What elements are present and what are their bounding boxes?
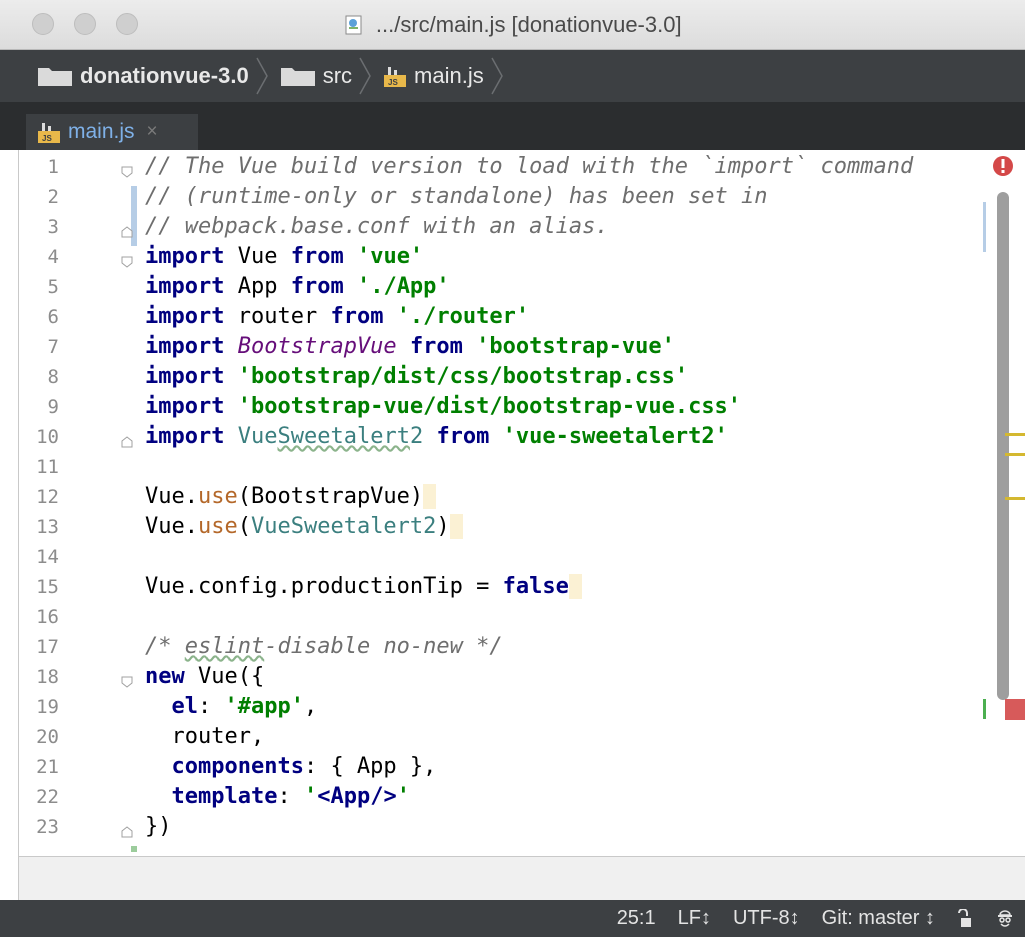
svg-text:JS: JS: [388, 78, 398, 87]
tab-main-js[interactable]: JS main.js ×: [26, 114, 198, 150]
error-indicator-icon[interactable]: [992, 155, 1014, 177]
title-bar: .../src/main.js [donationvue-3.0]: [0, 0, 1025, 50]
line-number-gutter: 1 2 3 4 5 6 7 8 9 10 11 12 13 14 15 16 1…: [19, 150, 137, 856]
fold-open-icon[interactable]: [120, 165, 134, 179]
code-line: import App from './App': [145, 274, 450, 299]
line-number: 20: [36, 726, 59, 748]
change-stripe-marker[interactable]: [983, 699, 986, 719]
breadcrumb-folder-label: src: [322, 63, 353, 88]
line-number: 14: [36, 546, 59, 568]
line-number: 7: [47, 336, 59, 358]
close-tab-icon[interactable]: ×: [147, 121, 158, 143]
change-marker[interactable]: [131, 846, 137, 852]
line-number: 6: [47, 306, 59, 328]
line-number: 16: [36, 606, 59, 628]
line-number: 19: [36, 696, 59, 718]
line-number: 15: [36, 576, 59, 598]
code-line: }): [145, 814, 172, 839]
breadcrumb-project-label: donationvue-3.0: [80, 63, 249, 88]
line-number: 10: [36, 426, 59, 448]
window-title: .../src/main.js [donationvue-3.0]: [375, 12, 682, 37]
code-line: el: '#app',: [171, 694, 318, 719]
chevron-right-icon: [359, 57, 371, 95]
line-separator-selector[interactable]: LF↕: [678, 907, 711, 930]
line-number: 9: [47, 396, 59, 418]
fold-end-icon[interactable]: [120, 825, 134, 839]
code-line: // webpack.base.conf with an alias.: [145, 214, 609, 239]
tab-label: main.js: [68, 120, 135, 143]
line-number: 12: [36, 486, 59, 508]
code-line: // (runtime-only or standalone) has been…: [145, 184, 768, 209]
folder-icon: [38, 68, 72, 86]
code-line: import 'bootstrap/dist/css/bootstrap.css…: [145, 364, 689, 389]
lock-icon[interactable]: [955, 908, 975, 929]
line-number: 21: [36, 756, 59, 778]
line-number: 13: [36, 516, 59, 538]
code-line: Vue.use(BootstrapVue): [145, 482, 437, 512]
fold-open-icon[interactable]: [120, 255, 134, 269]
code-line: Vue.use(VueSweetalert2): [145, 512, 463, 542]
file-icon: [345, 15, 362, 35]
code-line: Vue.config.productionTip = false: [145, 572, 583, 602]
inspector-icon[interactable]: [995, 909, 1015, 929]
line-number: 18: [36, 666, 59, 688]
line-number: 2: [47, 186, 59, 208]
code-line: import BootstrapVue from 'bootstrap-vue': [145, 334, 675, 359]
navigation-bar: donationvue-3.0 src JS main.js: [0, 50, 1025, 102]
line-number: 4: [47, 246, 59, 268]
change-stripe-marker[interactable]: [983, 202, 986, 252]
svg-text:JS: JS: [42, 134, 52, 143]
breadcrumb-file[interactable]: JS main.js: [384, 50, 484, 102]
fold-open-icon[interactable]: [120, 675, 134, 689]
code-line: import VueSweetalert2 from 'vue-sweetale…: [145, 424, 728, 449]
code-line: import router from './router': [145, 304, 530, 329]
code-line: template: '<App/>': [171, 784, 410, 809]
code-line: components: { App },: [171, 754, 437, 779]
caret-position[interactable]: 25:1: [617, 907, 656, 930]
chevron-right-icon: [491, 57, 503, 95]
chevron-right-icon: [256, 57, 268, 95]
line-number: 5: [47, 276, 59, 298]
line-number: 22: [36, 786, 59, 808]
breadcrumb-folder[interactable]: src: [280, 50, 353, 102]
breadcrumb-project[interactable]: donationvue-3.0: [38, 50, 249, 102]
code-line: new Vue({: [145, 664, 265, 689]
code-editor[interactable]: 1 2 3 4 5 6 7 8 9 10 11 12 13 14 15 16 1…: [18, 150, 1025, 856]
code-line: /* eslint-disable no-new */: [145, 634, 503, 659]
status-bar: 25:1 LF↕ UTF-8↕ Git: master ↕: [0, 900, 1025, 937]
fold-end-icon[interactable]: [120, 225, 134, 239]
code-line: router,: [145, 724, 265, 749]
window-title-area: .../src/main.js [donationvue-3.0]: [0, 12, 1025, 38]
code-line: import 'bootstrap-vue/dist/bootstrap-vue…: [145, 394, 742, 419]
fold-end-icon[interactable]: [120, 435, 134, 449]
js-file-icon: JS: [38, 123, 60, 143]
editor-tab-bar: JS main.js ×: [0, 102, 1025, 150]
code-line: import Vue from 'vue': [145, 244, 424, 269]
code-line: // The Vue build version to load with th…: [145, 154, 914, 179]
line-number: 17: [36, 636, 59, 658]
vertical-scrollbar[interactable]: [997, 192, 1009, 700]
editor-footer: [18, 856, 1025, 900]
line-number: 8: [47, 366, 59, 388]
line-number: 11: [36, 456, 59, 478]
error-stripe-marker[interactable]: [1005, 699, 1025, 720]
line-number: 23: [36, 816, 59, 838]
encoding-selector[interactable]: UTF-8↕: [733, 907, 800, 930]
warning-stripe-marker[interactable]: [1005, 497, 1025, 500]
line-number: 1: [47, 156, 59, 178]
ide-window: .../src/main.js [donationvue-3.0] donati…: [0, 0, 1025, 937]
folder-icon: [280, 68, 315, 86]
warning-stripe-marker[interactable]: [1005, 433, 1025, 436]
git-branch-selector[interactable]: Git: master ↕: [822, 907, 935, 930]
js-file-icon: JS: [384, 67, 407, 87]
warning-stripe-marker[interactable]: [1005, 453, 1025, 456]
breadcrumb-file-label: main.js: [414, 63, 484, 88]
line-number: 3: [47, 216, 59, 238]
